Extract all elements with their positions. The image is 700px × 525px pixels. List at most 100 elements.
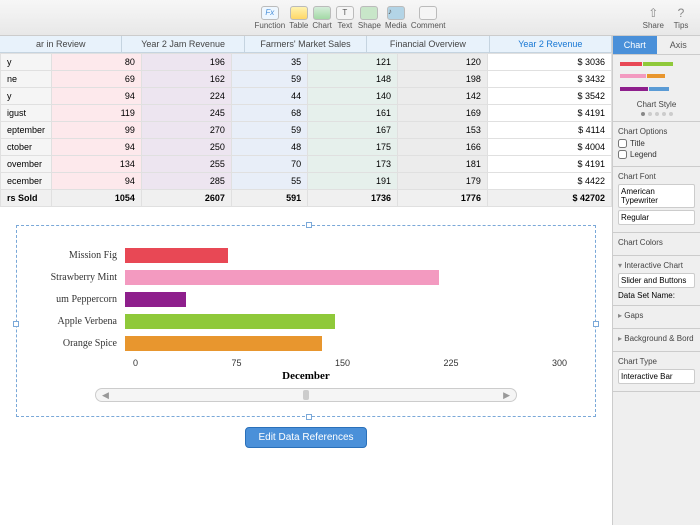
cell[interactable]: 59 bbox=[231, 71, 307, 88]
comment-tool[interactable]: Comment bbox=[411, 6, 446, 30]
chart-tool[interactable]: Chart bbox=[312, 6, 332, 30]
cell[interactable]: $ 4422 bbox=[487, 173, 611, 190]
cell[interactable]: 48 bbox=[231, 139, 307, 156]
cell[interactable]: 161 bbox=[308, 105, 398, 122]
bar[interactable] bbox=[125, 292, 186, 307]
row-header[interactable]: igust bbox=[1, 105, 52, 122]
bar[interactable] bbox=[125, 314, 335, 329]
chart-slider[interactable]: ◀ ▶ bbox=[95, 388, 517, 402]
row-header[interactable]: ne bbox=[1, 71, 52, 88]
cell[interactable]: 255 bbox=[141, 156, 231, 173]
interactive-mode-select[interactable]: Slider and Buttons bbox=[618, 273, 695, 288]
row-header[interactable]: ctober bbox=[1, 139, 52, 156]
cell[interactable]: 148 bbox=[308, 71, 398, 88]
background-border[interactable]: Background & Bord bbox=[613, 329, 700, 352]
font-style-select[interactable]: Regular bbox=[618, 210, 695, 225]
cell[interactable]: 70 bbox=[231, 156, 307, 173]
tab-chart[interactable]: Chart bbox=[613, 36, 657, 54]
table-row[interactable]: eptember9927059167153$ 4114 bbox=[1, 122, 612, 139]
row-header[interactable]: eptember bbox=[1, 122, 52, 139]
data-table[interactable]: y8019635121120$ 3036ne6916259148198$ 343… bbox=[0, 53, 612, 207]
table-total-row[interactable]: rs Sold1054260759117361776$ 42702 bbox=[1, 190, 612, 207]
slider-left-icon[interactable]: ◀ bbox=[102, 390, 109, 401]
cell[interactable]: 94 bbox=[52, 173, 142, 190]
cell[interactable]: 175 bbox=[308, 139, 398, 156]
cell[interactable]: 250 bbox=[141, 139, 231, 156]
cell[interactable]: 80 bbox=[52, 54, 142, 71]
cell[interactable]: 198 bbox=[398, 71, 488, 88]
sheet-tab[interactable]: Financial Overview bbox=[367, 36, 489, 52]
sheet-tab[interactable]: Year 2 Jam Revenue bbox=[122, 36, 244, 52]
title-checkbox[interactable]: Title bbox=[618, 139, 695, 148]
cell[interactable]: 142 bbox=[398, 88, 488, 105]
row-header[interactable]: ecember bbox=[1, 173, 52, 190]
table-row[interactable]: ctober9425048175166$ 4004 bbox=[1, 139, 612, 156]
cell[interactable]: $ 3542 bbox=[487, 88, 611, 105]
sheet-tab[interactable]: Farmers' Market Sales bbox=[245, 36, 367, 52]
cell[interactable]: $ 4191 bbox=[487, 156, 611, 173]
cell[interactable]: 59 bbox=[231, 122, 307, 139]
table-tool[interactable]: Table bbox=[289, 6, 308, 30]
chart-type-select[interactable]: Interactive Bar bbox=[618, 369, 695, 384]
cell[interactable]: 224 bbox=[141, 88, 231, 105]
tips-tool[interactable]: ?Tips bbox=[672, 6, 690, 30]
cell[interactable]: 179 bbox=[398, 173, 488, 190]
slider-right-icon[interactable]: ▶ bbox=[503, 390, 510, 401]
cell[interactable]: 68 bbox=[231, 105, 307, 122]
bar[interactable] bbox=[125, 336, 322, 351]
font-family-select[interactable]: American Typewriter bbox=[618, 184, 695, 208]
cell[interactable]: 121 bbox=[308, 54, 398, 71]
chart-colors[interactable]: Chart Colors bbox=[613, 233, 700, 256]
text-tool[interactable]: TText bbox=[336, 6, 354, 30]
table-row[interactable]: y9422444140142$ 3542 bbox=[1, 88, 612, 105]
cell[interactable]: 166 bbox=[398, 139, 488, 156]
cell[interactable]: 245 bbox=[141, 105, 231, 122]
row-header[interactable]: y bbox=[1, 88, 52, 105]
gaps[interactable]: Gaps bbox=[613, 306, 700, 329]
sheet-tab[interactable]: ar in Review bbox=[0, 36, 122, 52]
table-row[interactable]: ovember13425570173181$ 4191 bbox=[1, 156, 612, 173]
edit-data-references-button[interactable]: Edit Data References bbox=[245, 427, 366, 448]
chart-style-thumbs[interactable]: Chart Style bbox=[613, 55, 700, 122]
cell[interactable]: 167 bbox=[308, 122, 398, 139]
cell[interactable]: $ 3432 bbox=[487, 71, 611, 88]
cell[interactable]: 140 bbox=[308, 88, 398, 105]
cell[interactable]: 94 bbox=[52, 139, 142, 156]
slider-knob[interactable] bbox=[303, 390, 309, 400]
row-header[interactable]: y bbox=[1, 54, 52, 71]
table-row[interactable]: ne6916259148198$ 3432 bbox=[1, 71, 612, 88]
sheet-tab-active[interactable]: Year 2 Revenue bbox=[490, 36, 612, 52]
cell[interactable]: 119 bbox=[52, 105, 142, 122]
cell[interactable]: 181 bbox=[398, 156, 488, 173]
interactive-label[interactable]: Interactive Chart bbox=[618, 261, 695, 270]
cell[interactable]: 35 bbox=[231, 54, 307, 71]
table-row[interactable]: igust11924568161169$ 4191 bbox=[1, 105, 612, 122]
cell[interactable]: 173 bbox=[308, 156, 398, 173]
cell[interactable]: $ 4191 bbox=[487, 105, 611, 122]
cell[interactable]: 44 bbox=[231, 88, 307, 105]
shape-tool[interactable]: Shape bbox=[358, 6, 381, 30]
tab-axis[interactable]: Axis bbox=[657, 36, 700, 54]
cell[interactable]: 285 bbox=[141, 173, 231, 190]
cell[interactable]: 153 bbox=[398, 122, 488, 139]
cell[interactable]: 120 bbox=[398, 54, 488, 71]
share-tool[interactable]: ⇧Share bbox=[643, 6, 664, 30]
cell[interactable]: 99 bbox=[52, 122, 142, 139]
cell[interactable]: 191 bbox=[308, 173, 398, 190]
cell[interactable]: $ 3036 bbox=[487, 54, 611, 71]
cell[interactable]: 94 bbox=[52, 88, 142, 105]
row-header[interactable]: ovember bbox=[1, 156, 52, 173]
cell[interactable]: $ 4114 bbox=[487, 122, 611, 139]
table-row[interactable]: ecember9428555191179$ 4422 bbox=[1, 173, 612, 190]
cell[interactable]: 196 bbox=[141, 54, 231, 71]
cell[interactable]: 134 bbox=[52, 156, 142, 173]
chart-container[interactable]: Mission FigStrawberry Mintum PeppercornA… bbox=[16, 225, 596, 417]
cell[interactable]: 162 bbox=[141, 71, 231, 88]
table-row[interactable]: y8019635121120$ 3036 bbox=[1, 54, 612, 71]
cell[interactable]: 169 bbox=[398, 105, 488, 122]
cell[interactable]: 270 bbox=[141, 122, 231, 139]
legend-checkbox[interactable]: Legend bbox=[618, 150, 695, 159]
function-tool[interactable]: FxFunction bbox=[255, 6, 286, 30]
media-tool[interactable]: ♪Media bbox=[385, 6, 407, 30]
cell[interactable]: 69 bbox=[52, 71, 142, 88]
